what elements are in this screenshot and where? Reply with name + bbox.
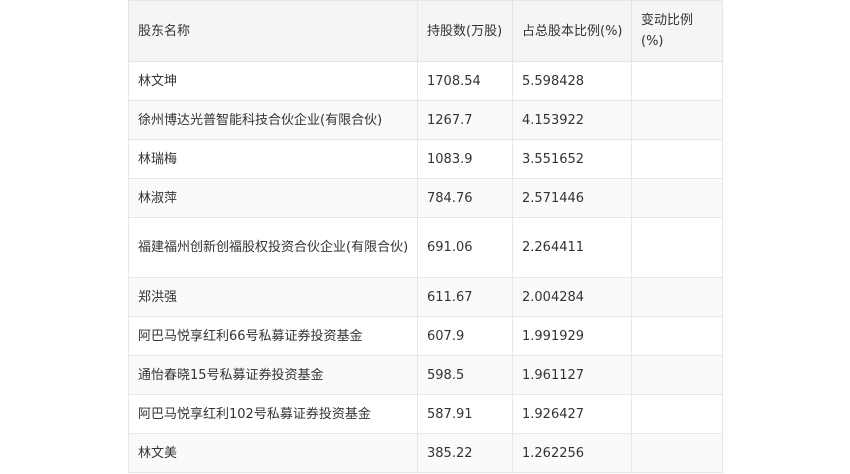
cell-share-ratio: 1.961127 bbox=[512, 355, 632, 395]
cell-shares-held: 607.9 bbox=[417, 316, 513, 356]
table-row: 阿巴马悦享红利102号私募证券投资基金 587.91 1.926427 bbox=[128, 394, 723, 434]
cell-share-ratio: 2.571446 bbox=[512, 178, 632, 218]
cell-shares-held: 1708.54 bbox=[417, 61, 513, 101]
shareholder-table-container: 股东名称 持股数(万股) 占总股本比例(%) 变动比例(%) 林文坤 1708.… bbox=[128, 0, 723, 473]
cell-shareholder-name: 通怡春晓15号私募证券投资基金 bbox=[128, 355, 418, 395]
cell-shareholder-name: 阿巴马悦享红利102号私募证券投资基金 bbox=[128, 394, 418, 434]
table-row: 徐州博达光普智能科技合伙企业(有限合伙) 1267.7 4.153922 bbox=[128, 100, 723, 140]
cell-change-ratio bbox=[631, 394, 723, 434]
table-row: 林瑞梅 1083.9 3.551652 bbox=[128, 139, 723, 179]
cell-change-ratio bbox=[631, 433, 723, 473]
cell-change-ratio bbox=[631, 139, 723, 179]
cell-shareholder-name: 郑洪强 bbox=[128, 277, 418, 317]
cell-change-ratio bbox=[631, 178, 723, 218]
cell-change-ratio bbox=[631, 277, 723, 317]
cell-shareholder-name: 林文美 bbox=[128, 433, 418, 473]
cell-shares-held: 611.67 bbox=[417, 277, 513, 317]
cell-shareholder-name: 徐州博达光普智能科技合伙企业(有限合伙) bbox=[128, 100, 418, 140]
cell-change-ratio bbox=[631, 100, 723, 140]
cell-shares-held: 1267.7 bbox=[417, 100, 513, 140]
cell-share-ratio: 1.991929 bbox=[512, 316, 632, 356]
cell-shares-held: 598.5 bbox=[417, 355, 513, 395]
cell-change-ratio bbox=[631, 217, 723, 278]
cell-shareholder-name: 林瑞梅 bbox=[128, 139, 418, 179]
cell-change-ratio bbox=[631, 355, 723, 395]
cell-share-ratio: 1.926427 bbox=[512, 394, 632, 434]
cell-share-ratio: 5.598428 bbox=[512, 61, 632, 101]
table-row: 通怡春晓15号私募证券投资基金 598.5 1.961127 bbox=[128, 355, 723, 395]
table-header: 股东名称 持股数(万股) 占总股本比例(%) 变动比例(%) bbox=[128, 0, 723, 62]
header-shareholder-name: 股东名称 bbox=[128, 0, 418, 62]
cell-shares-held: 587.91 bbox=[417, 394, 513, 434]
cell-change-ratio bbox=[631, 61, 723, 101]
header-row: 股东名称 持股数(万股) 占总股本比例(%) 变动比例(%) bbox=[128, 0, 723, 62]
cell-share-ratio: 1.262256 bbox=[512, 433, 632, 473]
cell-shareholder-name: 林淑萍 bbox=[128, 178, 418, 218]
table-body: 林文坤 1708.54 5.598428 徐州博达光普智能科技合伙企业(有限合伙… bbox=[128, 61, 723, 473]
header-change-ratio: 变动比例(%) bbox=[631, 0, 723, 62]
cell-shares-held: 691.06 bbox=[417, 217, 513, 278]
cell-share-ratio: 4.153922 bbox=[512, 100, 632, 140]
table-row: 林文美 385.22 1.262256 bbox=[128, 433, 723, 473]
cell-share-ratio: 2.004284 bbox=[512, 277, 632, 317]
cell-share-ratio: 2.264411 bbox=[512, 217, 632, 278]
cell-change-ratio bbox=[631, 316, 723, 356]
cell-share-ratio: 3.551652 bbox=[512, 139, 632, 179]
table-row: 郑洪强 611.67 2.004284 bbox=[128, 277, 723, 317]
table-row: 阿巴马悦享红利66号私募证券投资基金 607.9 1.991929 bbox=[128, 316, 723, 356]
table-row: 福建福州创新创福股权投资合伙企业(有限合伙) 691.06 2.264411 bbox=[128, 217, 723, 278]
table-row: 林文坤 1708.54 5.598428 bbox=[128, 61, 723, 101]
cell-shareholder-name: 林文坤 bbox=[128, 61, 418, 101]
cell-shareholder-name: 阿巴马悦享红利66号私募证券投资基金 bbox=[128, 316, 418, 356]
table-row: 林淑萍 784.76 2.571446 bbox=[128, 178, 723, 218]
header-shares-held: 持股数(万股) bbox=[417, 0, 513, 62]
cell-shares-held: 385.22 bbox=[417, 433, 513, 473]
header-share-ratio: 占总股本比例(%) bbox=[512, 0, 632, 62]
top-shareholders-table: 股东名称 持股数(万股) 占总股本比例(%) 变动比例(%) 林文坤 1708.… bbox=[128, 0, 723, 473]
cell-shares-held: 1083.9 bbox=[417, 139, 513, 179]
cell-shareholder-name: 福建福州创新创福股权投资合伙企业(有限合伙) bbox=[128, 217, 418, 278]
cell-shares-held: 784.76 bbox=[417, 178, 513, 218]
